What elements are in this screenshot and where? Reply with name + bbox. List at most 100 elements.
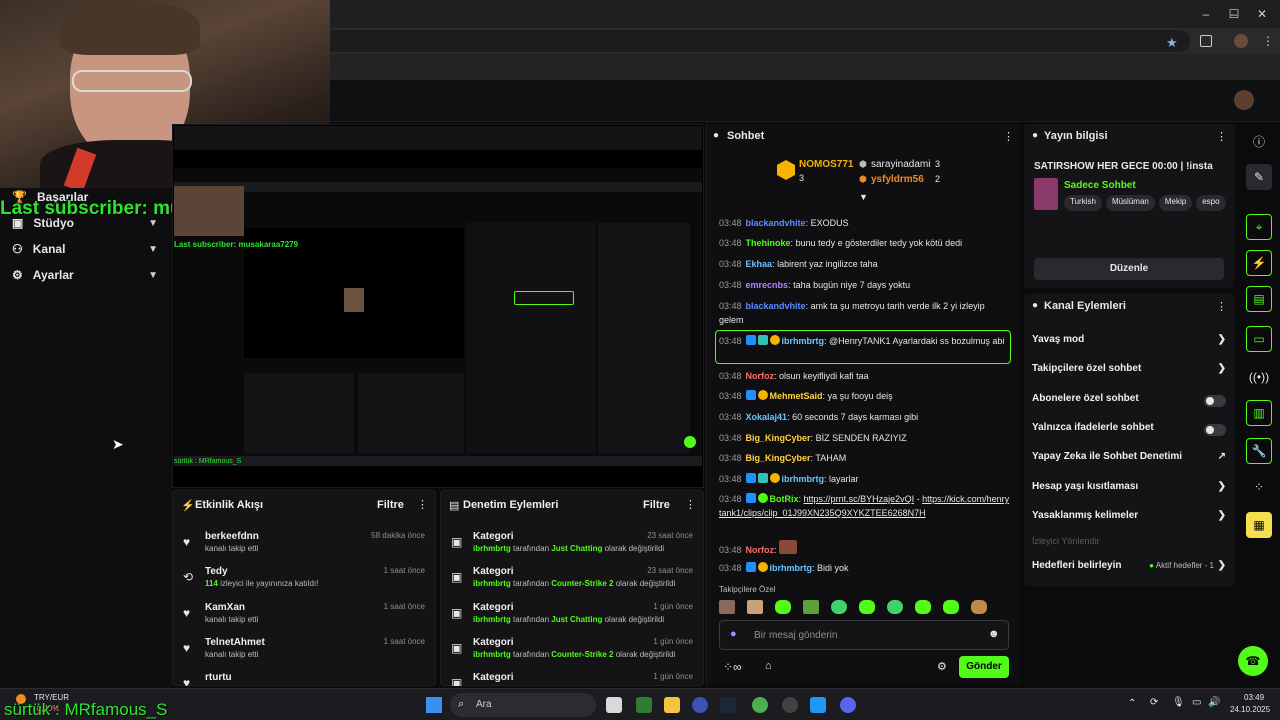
- chat-settings-icon[interactable]: ⚙: [937, 660, 947, 673]
- pencil-icon[interactable]: ✎: [1246, 164, 1272, 190]
- activity-user[interactable]: berkeefdnn: [205, 531, 259, 542]
- gifter-2-name[interactable]: sarayinadami: [871, 159, 930, 170]
- store-icon[interactable]: ⌂: [765, 660, 772, 672]
- activity-menu-icon[interactable]: ⋮: [417, 498, 428, 511]
- category-name[interactable]: Sadece Sohbet: [1064, 180, 1136, 191]
- emote-icon[interactable]: [971, 600, 987, 614]
- points-icon[interactable]: ⁘∞: [723, 660, 742, 674]
- msg-user[interactable]: ibrhmbrtg: [770, 563, 813, 573]
- tag[interactable]: Mekip: [1158, 195, 1193, 211]
- msg-user[interactable]: Ekhaa: [746, 259, 773, 269]
- mod-menu-icon[interactable]: ⋮: [685, 498, 696, 511]
- windows-start-icon[interactable]: [426, 697, 442, 713]
- msg-user[interactable]: Norfoz: [746, 371, 775, 381]
- chrome-icon[interactable]: [752, 697, 768, 713]
- clock-time[interactable]: 03:49: [1244, 693, 1264, 702]
- msg-user[interactable]: blackandvhite: [746, 301, 806, 311]
- star-icon[interactable]: ★: [1166, 35, 1178, 51]
- msg-user[interactable]: MehmetSaid: [770, 391, 823, 401]
- emote-only-toggle[interactable]: [1204, 424, 1226, 436]
- steam-icon[interactable]: [720, 697, 736, 713]
- user-avatar[interactable]: [1234, 90, 1254, 110]
- emote-icon[interactable]: [747, 600, 763, 614]
- emote-icon[interactable]: [775, 600, 791, 614]
- expand-icon[interactable]: ▼: [859, 192, 868, 202]
- layout-icon[interactable]: ▥: [1246, 400, 1272, 426]
- chat-icon[interactable]: ▭: [1246, 326, 1272, 352]
- slow-mode-row[interactable]: Yavaş mod ❯: [1032, 334, 1226, 354]
- subscribers-only-toggle[interactable]: [1204, 395, 1226, 407]
- subscribers-only-row[interactable]: Abonelere özel sohbet: [1032, 393, 1226, 413]
- account-age-row[interactable]: Hesap yaşı kısıtlaması ❯: [1032, 481, 1226, 501]
- channel-actions-menu-icon[interactable]: ⋮: [1216, 300, 1227, 313]
- msg-user[interactable]: emrecnbs: [746, 280, 789, 290]
- msg-user[interactable]: blackandvhite: [746, 218, 806, 228]
- nav-item-settings[interactable]: ⚙ Ayarlar ▼: [12, 264, 162, 286]
- address-bar[interactable]: [320, 30, 1190, 52]
- stream-info-menu-icon[interactable]: ⋮: [1216, 130, 1227, 143]
- wrench-icon[interactable]: 🔧: [1246, 438, 1272, 464]
- window-minimize-icon[interactable]: –: [1198, 6, 1214, 22]
- calculator-icon[interactable]: [636, 697, 652, 713]
- edit-stream-button[interactable]: Düzenle: [1034, 258, 1224, 280]
- support-icon[interactable]: ☎: [1238, 646, 1268, 676]
- window-maximize-icon[interactable]: ☐: [1226, 6, 1242, 22]
- emote-icon[interactable]: [859, 600, 875, 614]
- emoji-icon[interactable]: ☻: [988, 628, 1000, 640]
- tag[interactable]: Müslüman: [1105, 195, 1155, 211]
- msg-link[interactable]: https://prnt.sc/BYHzaje2vQI: [804, 494, 915, 504]
- activity-user[interactable]: KamXan: [205, 602, 245, 613]
- emote-only-row[interactable]: Yalnızca ifadelerle sohbet: [1032, 422, 1226, 442]
- info-icon[interactable]: ⓘ: [1246, 128, 1272, 154]
- emote-icon[interactable]: [831, 600, 847, 614]
- file-explorer-icon[interactable]: [664, 697, 680, 713]
- chevron-up-icon[interactable]: ⌃: [1128, 698, 1136, 709]
- msg-user[interactable]: Xokalaj41: [746, 412, 788, 422]
- clapperboard-icon[interactable]: ▦: [1246, 512, 1272, 538]
- msg-user[interactable]: BotRix: [770, 494, 799, 504]
- banned-words-row[interactable]: Yasaklanmış kelimeler ❯: [1032, 510, 1226, 530]
- ai-moderation-row[interactable]: Yapay Zeka ile Sohbet Denetimi ↗: [1032, 451, 1226, 471]
- mod-filter-button[interactable]: Filtre: [643, 499, 670, 511]
- gifter-3-name[interactable]: ysfyldrm56: [871, 174, 924, 185]
- discord-icon[interactable]: [840, 697, 856, 713]
- taskbar-search[interactable]: ⌕ Ara: [450, 693, 596, 717]
- sync-icon[interactable]: ⟳: [1150, 697, 1158, 708]
- send-button[interactable]: Gönder: [959, 656, 1009, 678]
- lightning-icon[interactable]: ⚡: [1246, 250, 1272, 276]
- emote-icon[interactable]: [943, 600, 959, 614]
- emote-icon[interactable]: [803, 600, 819, 614]
- window-close-icon[interactable]: ✕: [1254, 6, 1270, 22]
- emote-icon[interactable]: [915, 600, 931, 614]
- document-icon[interactable]: ▤: [1246, 286, 1272, 312]
- activity-user[interactable]: Tedy: [205, 566, 228, 577]
- photos-icon[interactable]: [810, 697, 826, 713]
- volume-icon[interactable]: 🔊: [1208, 697, 1220, 708]
- msg-user[interactable]: Big_KingCyber: [746, 433, 811, 443]
- mic-icon[interactable]: 🎙: [1172, 697, 1185, 708]
- emote-icon[interactable]: [887, 600, 903, 614]
- target-icon[interactable]: ⌖: [1246, 214, 1272, 240]
- gifter-1-name[interactable]: NOMOS771: [799, 159, 853, 170]
- points-icon[interactable]: ⁘: [1246, 474, 1272, 500]
- nav-item-channel[interactable]: ⚇ Kanal ▼: [12, 238, 162, 260]
- extensions-icon[interactable]: [1200, 35, 1212, 47]
- obs-icon[interactable]: [782, 697, 798, 713]
- msg-user[interactable]: Thehinoke: [746, 238, 791, 248]
- chat-menu-icon[interactable]: ⋮: [1003, 130, 1014, 143]
- microphone-icon[interactable]: ●: [730, 628, 737, 640]
- chat-input[interactable]: ● Bir mesaj gönderin ☻: [719, 620, 1009, 650]
- msg-user[interactable]: ibrhmbrtg: [782, 474, 825, 484]
- msg-user[interactable]: Norfoz: [746, 545, 775, 555]
- clock-date[interactable]: 24.10.2025: [1230, 705, 1270, 714]
- emote-icon[interactable]: [719, 600, 735, 614]
- browser-menu-icon[interactable]: ⋮: [1262, 34, 1274, 48]
- activity-user[interactable]: TelnetAhmet: [205, 637, 265, 648]
- activity-filter-button[interactable]: Filtre: [377, 499, 404, 511]
- tag[interactable]: Turkish: [1064, 195, 1102, 211]
- app-icon[interactable]: [692, 697, 708, 713]
- followers-only-row[interactable]: Takipçilere özel sohbet ❯: [1032, 363, 1226, 383]
- targets-row[interactable]: Hedefleri belirleyin ● Aktif hedefler - 1…: [1032, 560, 1226, 580]
- tag[interactable]: espo: [1196, 195, 1226, 211]
- network-icon[interactable]: ▭: [1192, 697, 1201, 708]
